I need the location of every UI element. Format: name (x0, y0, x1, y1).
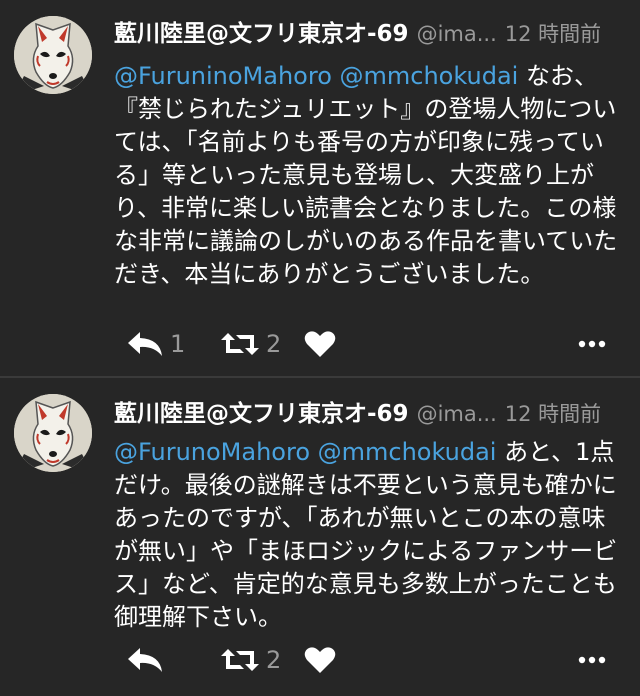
like-button[interactable] (304, 646, 336, 674)
heart-icon (304, 331, 336, 357)
more-icon (578, 656, 606, 664)
more-options-button[interactable] (578, 656, 606, 664)
tweet-text: @FuruninoMahoro @mmchokudai なお、『禁じられたジュリ… (114, 60, 626, 291)
mention-links[interactable]: @FurunoMahoro @mmchokudai (114, 438, 496, 466)
user-handle[interactable]: @ima... (417, 402, 497, 426)
fox-mask-avatar-image (14, 394, 92, 472)
reply-count: 1 (170, 330, 186, 358)
retweet-count: 2 (266, 646, 282, 674)
tweet-text: @FurunoMahoro @mmchokudai あと、1点だけ。最後の謎解き… (114, 436, 626, 634)
tweet-actions: 2 (114, 640, 626, 680)
tweet[interactable]: 藍川陸里@文フリ東京オ-69 @ima... 12 時間前 @FuruninoM… (0, 0, 640, 378)
tweet-actions: 1 2 (114, 324, 626, 364)
reply-button[interactable]: 1 (126, 330, 206, 358)
timeline: 藍川陸里@文フリ東京オ-69 @ima... 12 時間前 @FuruninoM… (0, 0, 640, 696)
more-icon (578, 340, 606, 348)
avatar[interactable] (14, 16, 92, 94)
retweet-button[interactable]: 2 (220, 646, 304, 674)
reply-icon (128, 648, 162, 672)
tweet[interactable]: 藍川陸里@文フリ東京オ-69 @ima... 12 時間前 @FurunoMah… (0, 378, 640, 696)
heart-icon (304, 647, 336, 673)
fox-mask-avatar-image (14, 16, 92, 94)
display-name[interactable]: 藍川陸里@文フリ東京オ-69 (114, 14, 409, 48)
mention-links[interactable]: @FuruninoMahoro @mmchokudai (114, 62, 518, 90)
more-options-button[interactable] (578, 340, 606, 348)
tweet-header: 藍川陸里@文フリ東京オ-69 @ima... 12 時間前 (114, 394, 626, 428)
timestamp[interactable]: 12 時間前 (505, 18, 601, 48)
tweet-header: 藍川陸里@文フリ東京オ-69 @ima... 12 時間前 (114, 14, 626, 48)
reply-icon (128, 332, 162, 356)
timestamp[interactable]: 12 時間前 (505, 398, 601, 428)
user-handle[interactable]: @ima... (417, 22, 497, 46)
retweet-icon (221, 333, 259, 355)
like-button[interactable] (304, 330, 336, 358)
retweet-button[interactable]: 2 (220, 330, 304, 358)
display-name[interactable]: 藍川陸里@文フリ東京オ-69 (114, 394, 409, 428)
reply-button[interactable] (126, 646, 206, 674)
retweet-icon (221, 649, 259, 671)
tweet-body-text: なお、『禁じられたジュリエット』の登場人物については、「名前よりも番号の方が印象… (114, 62, 618, 288)
avatar[interactable] (14, 394, 92, 472)
retweet-count: 2 (266, 330, 282, 358)
tweet-body-text: あと、1点だけ。最後の謎解きは不要という意見も確かにあったのですが、「あれが無い… (114, 438, 618, 631)
